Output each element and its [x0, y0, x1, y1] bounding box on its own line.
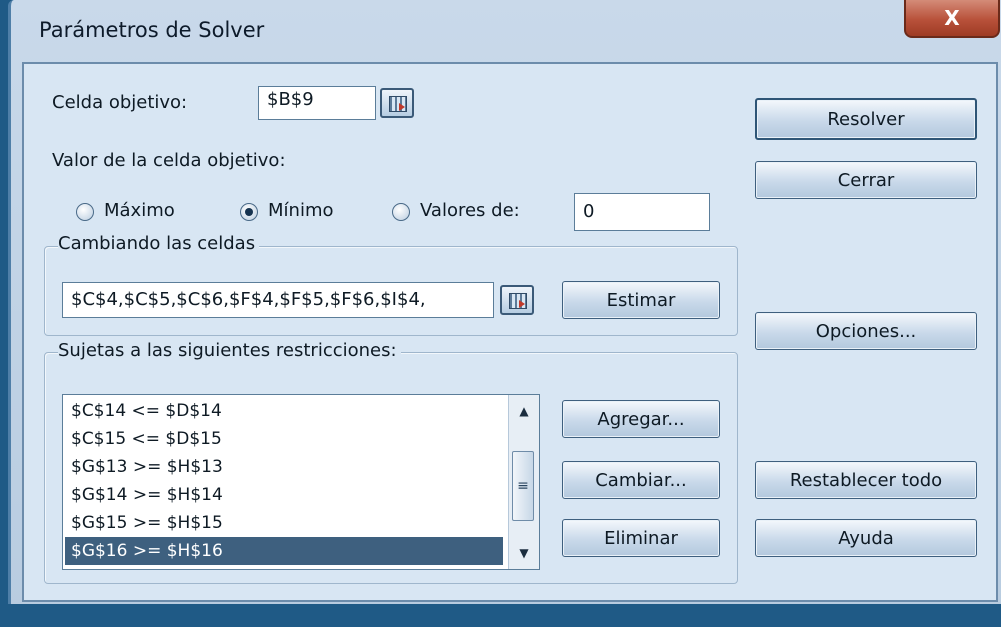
list-item[interactable]: $G$15 >= $H$15: [65, 509, 503, 537]
changing-cells-input[interactable]: $C$4,$C$5,$C$6,$F$4,$F$5,$F$6,$I$4,: [62, 282, 494, 318]
target-cell-input[interactable]: $B$9: [258, 86, 376, 120]
scroll-up-icon[interactable]: ▲: [509, 397, 539, 425]
radio-max[interactable]: [76, 203, 94, 221]
list-item[interactable]: $C$14 <= $D$14: [65, 397, 503, 425]
guess-button[interactable]: Estimar: [562, 281, 720, 319]
window-bottom-edge: [8, 604, 1001, 627]
radio-max-label: Máximo: [104, 200, 175, 221]
window-title: Parámetros de Solver: [39, 18, 265, 42]
reset-all-button[interactable]: Restablecer todo: [755, 461, 977, 499]
constraints-label: Sujetas a las siguientes restricciones:: [58, 340, 401, 361]
add-constraint-button[interactable]: Agregar...: [562, 400, 720, 438]
target-cell-label: Celda objetivo:: [52, 92, 188, 113]
constraints-scrollbar[interactable]: ▲ ≡ ▼: [508, 395, 539, 569]
constraints-list[interactable]: $C$14 <= $D$14 $C$15 <= $D$15 $G$13 >= $…: [62, 394, 540, 570]
radio-min-label: Mínimo: [268, 200, 334, 221]
changing-cells-label: Cambiando las celdas: [58, 233, 260, 254]
target-cell-picker-button[interactable]: [380, 88, 414, 118]
close-window-button[interactable]: X: [904, 0, 1000, 38]
changing-cells-picker-button[interactable]: [500, 285, 534, 315]
radio-value-of[interactable]: [392, 203, 410, 221]
target-value-label: Valor de la celda objetivo:: [52, 150, 286, 171]
radio-min[interactable]: [240, 203, 258, 221]
list-item-selected[interactable]: $G$16 >= $H$16: [65, 537, 503, 565]
delete-constraint-button[interactable]: Eliminar: [562, 519, 720, 557]
list-item[interactable]: $G$14 >= $H$14: [65, 481, 503, 509]
scroll-thumb[interactable]: ≡: [512, 451, 534, 521]
scroll-down-icon[interactable]: ▼: [509, 539, 539, 567]
list-item[interactable]: $C$15 <= $D$15: [65, 425, 503, 453]
close-button[interactable]: Cerrar: [755, 161, 977, 199]
value-of-input[interactable]: 0: [574, 193, 710, 231]
options-button[interactable]: Opciones...: [755, 312, 977, 350]
help-button[interactable]: Ayuda: [755, 519, 977, 557]
list-item[interactable]: $G$13 >= $H$13: [65, 453, 503, 481]
radio-value-of-label: Valores de:: [420, 200, 520, 221]
change-constraint-button[interactable]: Cambiar...: [562, 461, 720, 499]
solve-button[interactable]: Resolver: [755, 98, 977, 140]
